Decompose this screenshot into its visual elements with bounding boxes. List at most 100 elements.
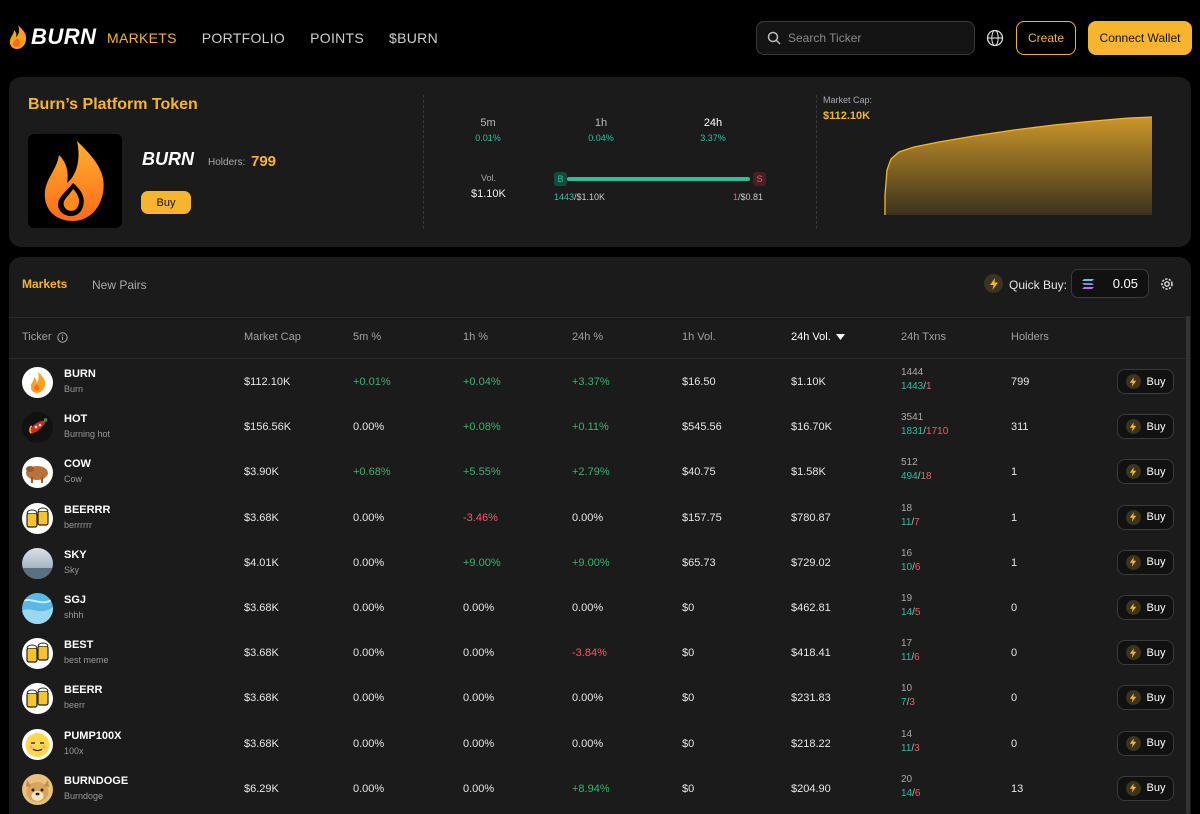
logo[interactable]: BURN	[8, 24, 97, 50]
column-5m[interactable]: 5m %	[353, 331, 381, 343]
txns-buys: 11	[901, 516, 912, 528]
table-row[interactable]: BURN Burn $112.10K +0.01% +0.04% +3.37% $16.50…	[9, 360, 1191, 405]
nav-link-markets[interactable]: MARKETS	[107, 30, 177, 46]
market-cap-cell: $3.68K	[244, 511, 279, 524]
row-buy-button[interactable]: Buy	[1117, 640, 1174, 666]
buy-label: Buy	[1146, 420, 1166, 433]
row-buy-button[interactable]: Buy	[1117, 369, 1174, 394]
row-buy-button[interactable]: Buy	[1117, 685, 1174, 711]
volume-24h-cell: $1.58K	[791, 466, 826, 479]
info-icon[interactable]	[56, 331, 68, 343]
lightning-icon	[1125, 464, 1141, 480]
txns-sells: 18	[920, 471, 932, 483]
timeframe-24h[interactable]: 24h 3.37%	[683, 117, 743, 143]
buy-count: 1443	[554, 192, 575, 202]
change-24h-cell: +2.79%	[572, 466, 610, 479]
volume-24h-cell: $218.22	[791, 737, 831, 750]
markets-card: Markets New Pairs Quick Buy: Ticker Mark…	[9, 257, 1191, 814]
table-row[interactable]: BEERR beerr $3.68K 0.00% 0.00% 0.00% $0 $231.83…	[9, 676, 1191, 721]
lightning-icon	[1125, 600, 1141, 615]
txns-buys: 14	[901, 787, 913, 799]
ticker-symbol: PUMP100X	[64, 729, 122, 742]
change-24h-cell: +8.94%	[572, 782, 610, 795]
nav-link-points[interactable]: POINTS	[310, 30, 364, 46]
txns-split: 14/5	[901, 607, 920, 618]
ticker-symbol: BEERRR	[64, 503, 111, 516]
scrollbar[interactable]	[1186, 316, 1190, 814]
buy-token-button[interactable]: Buy	[141, 191, 191, 214]
table-row[interactable]: SGJ shhh $3.68K 0.00% 0.00% 0.00% $0 $462.81 19 1…	[9, 586, 1191, 631]
holders-cell: 1	[1011, 556, 1018, 569]
divider	[816, 95, 817, 229]
column-24h-vol[interactable]: 24h Vol.	[791, 331, 845, 343]
row-buy-button[interactable]: Buy	[1117, 504, 1174, 530]
sell-amount: /$0.81	[738, 192, 764, 202]
row-buy-button[interactable]: Buy	[1117, 414, 1174, 440]
holders-cell: 1	[1011, 511, 1018, 524]
table-row[interactable]: BEST best meme $3.68K 0.00% 0.00% -3.84% $0 $41…	[9, 631, 1191, 676]
buy-label: Buy	[1146, 511, 1166, 524]
volume-24h-cell: $729.02	[791, 556, 831, 569]
column-1h[interactable]: 1h %	[463, 331, 488, 343]
globe-icon[interactable]	[986, 29, 1004, 47]
column-1h-vol[interactable]: 1h Vol.	[682, 331, 716, 343]
gear-icon[interactable]	[1159, 276, 1175, 292]
tab-markets[interactable]: Markets	[22, 277, 67, 291]
txns-buys: 11	[901, 742, 912, 754]
column-holders[interactable]: Holders	[1011, 331, 1049, 343]
change-24h-cell: -3.84%	[572, 647, 607, 660]
change-24h-cell: 0.00%	[572, 692, 604, 705]
nav-link-burn-token[interactable]: $BURN	[389, 30, 438, 46]
table-row[interactable]: COW Cow $3.90K +0.68% +5.55% +2.79% $40.75 $1.5…	[9, 450, 1191, 495]
txns-sells: 3	[914, 742, 920, 754]
table-row[interactable]: BEERRR berrrrrr $3.68K 0.00% -3.46% 0.00% $157…	[9, 496, 1191, 541]
quick-buy-input[interactable]	[1098, 276, 1138, 291]
timeframe-5m[interactable]: 5m 0.01%	[458, 117, 518, 143]
change-5m-cell: 0.00%	[353, 602, 385, 614]
timeframe-label: 5m	[480, 117, 496, 129]
ticker-name: Cow	[64, 474, 83, 485]
txns-buys: 494	[901, 471, 918, 483]
table-row[interactable]: BURNDOGE Burndoge $6.29K 0.00% 0.00% +8.94% $0…	[9, 767, 1191, 812]
change-5m-cell: 0.00%	[353, 421, 385, 434]
volume-1h-cell: $16.50	[682, 376, 716, 388]
txns-total: 20	[901, 773, 913, 785]
connect-wallet-button[interactable]: Connect Wallet	[1088, 21, 1192, 55]
create-button[interactable]: Create	[1016, 21, 1076, 55]
table-row[interactable]: HOT Burning hot $156.56K 0.00% +0.08% +0.11% $…	[9, 405, 1191, 450]
search-input[interactable]	[788, 31, 958, 45]
buy-stats: 1443/$1.10K	[554, 192, 605, 202]
column-ticker[interactable]: Ticker	[22, 331, 68, 343]
ticker-name: Burndoge	[64, 790, 104, 801]
txns-total: 16	[901, 547, 913, 559]
buy-label: Buy	[1146, 646, 1166, 659]
row-buy-button[interactable]: Buy	[1117, 595, 1174, 620]
table-row[interactable]: PUMP100X 100x $3.68K 0.00% 0.00% 0.00% $0 $218.…	[9, 722, 1191, 767]
row-buy-button[interactable]: Buy	[1117, 459, 1174, 485]
volume-1h-cell: $0	[682, 737, 695, 750]
txns-total: 14	[901, 728, 913, 740]
table-row[interactable]: SKY Sky $4.01K 0.00% +9.00% +9.00% $65.73 $729.…	[9, 541, 1191, 586]
change-5m-cell: +0.68%	[353, 466, 391, 479]
column-24h[interactable]: 24h %	[572, 331, 603, 343]
row-buy-button[interactable]: Buy	[1117, 775, 1174, 801]
column-market-cap[interactable]: Market Cap	[244, 331, 301, 343]
timeframe-1h[interactable]: 1h 0.04%	[571, 117, 631, 143]
txns-total: 3541	[901, 412, 924, 424]
market-cap-label: Market Cap:	[823, 95, 873, 105]
change-1h-cell: 0.00%	[463, 602, 495, 614]
row-buy-button[interactable]: Buy	[1117, 549, 1174, 575]
tab-new-pairs[interactable]: New Pairs	[92, 278, 147, 292]
txns-split: 14/6	[901, 788, 920, 799]
market-cap-value: $112.10K	[823, 110, 871, 122]
ticker-name: best meme	[64, 655, 109, 666]
flame-icon	[9, 25, 27, 49]
row-buy-button[interactable]: Buy	[1117, 730, 1174, 756]
lightning-icon	[1125, 690, 1141, 706]
buy-sell-ratio-bar	[567, 177, 750, 181]
nav-link-portfolio[interactable]: PORTFOLIO	[202, 30, 285, 46]
column-label: 24h Vol.	[791, 331, 831, 343]
txns-total: 1444	[901, 367, 924, 378]
ticker-name: berrrrrr	[64, 519, 92, 530]
column-24h-txns[interactable]: 24h Txns	[901, 331, 946, 343]
